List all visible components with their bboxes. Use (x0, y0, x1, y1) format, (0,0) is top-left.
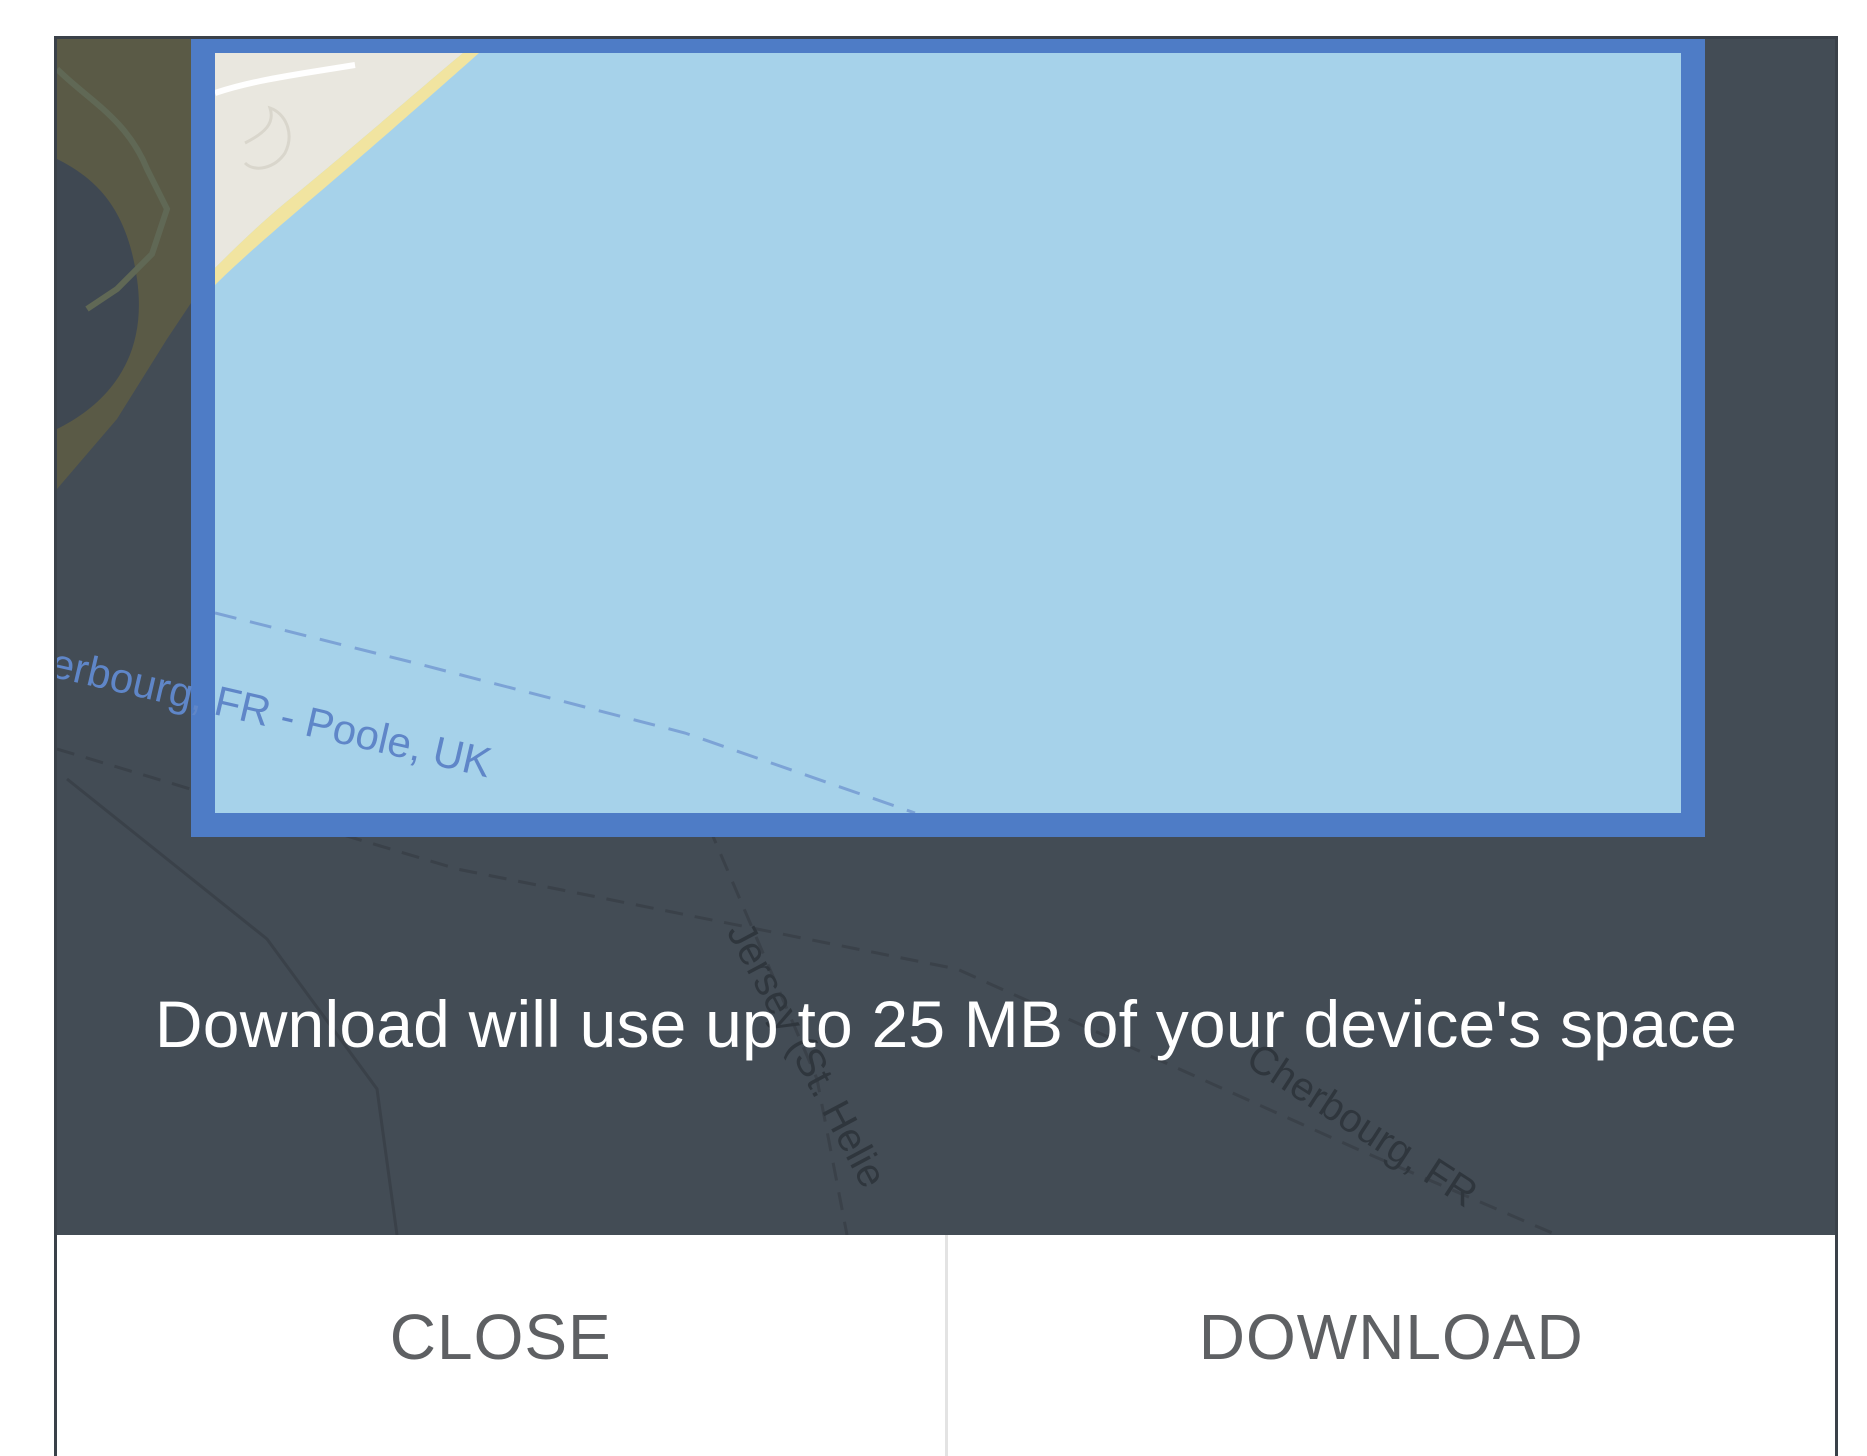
download-area-selection[interactable] (191, 39, 1705, 837)
download-size-message: Download will use up to 25 MB of your de… (154, 987, 1738, 1061)
selection-map-detail (215, 53, 916, 813)
offline-map-download-dialog: erbourg, FR - Poole, UK Jersey (St. Heli… (54, 36, 1838, 1456)
close-button[interactable]: CLOSE (57, 1235, 948, 1456)
map-preview[interactable]: erbourg, FR - Poole, UK Jersey (St. Heli… (57, 39, 1835, 1235)
download-button[interactable]: DOWNLOAD (948, 1235, 1836, 1456)
dialog-button-bar: CLOSE DOWNLOAD (57, 1235, 1835, 1456)
